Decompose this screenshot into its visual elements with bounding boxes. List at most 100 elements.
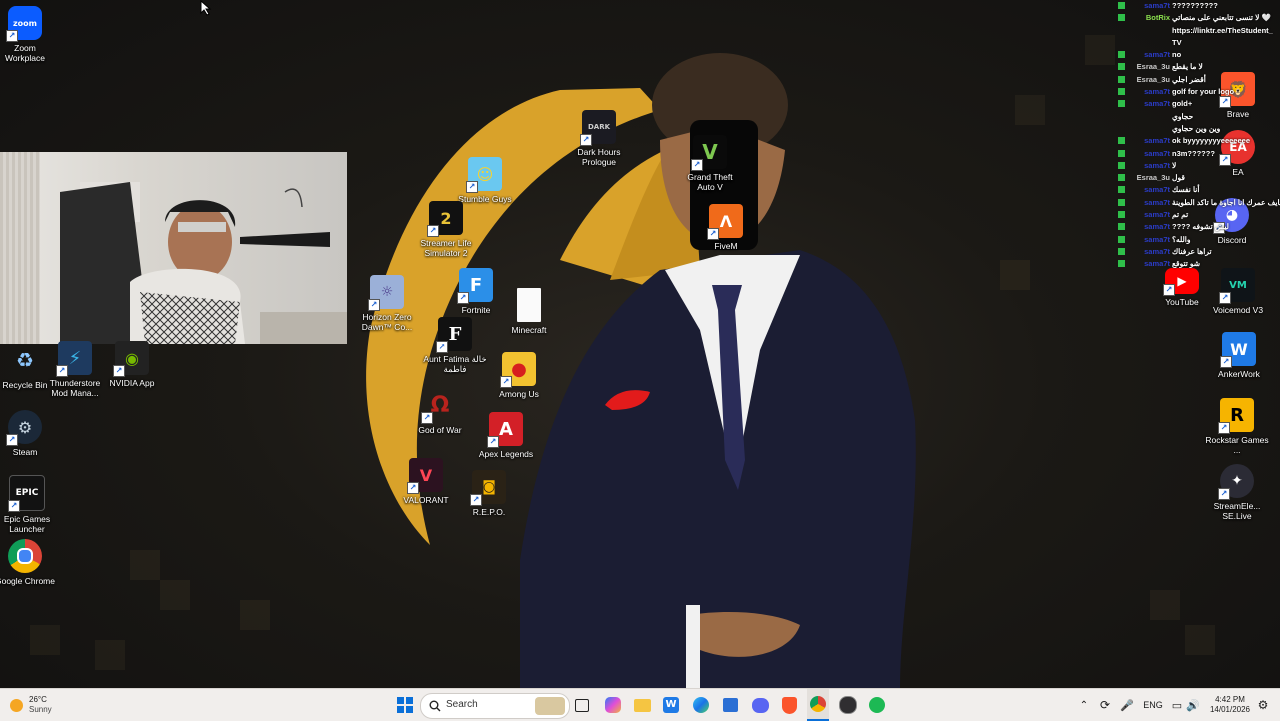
desktop-icon-rockstar[interactable]: R ↗ Rockstar Games ... [1205,398,1269,455]
chat-text: تراها عرفناك [1172,246,1212,256]
desktop-icon-aunt-fatima[interactable]: F ↗ Aunt Fatima خالة فاطمة [423,317,487,374]
clock-widget[interactable]: 4:42 PM 14/01/2026 [1206,689,1254,721]
valorant-icon: V ↗ [407,458,443,494]
taskbar-ankerwork[interactable]: W [661,689,681,721]
chat-badge-icon [1118,100,1125,108]
chat-badge-icon [1118,223,1125,231]
streamelements-icon: ✦ ↗ [1218,464,1254,500]
chat-text: ???? ليش تشوفه [1172,222,1229,232]
desktop-icon-steam[interactable]: ⚙ ↗ Steam [0,410,57,457]
desktop-icon-zoom[interactable]: zoom ↗ Zoom Workplace [0,6,57,63]
weather-temp: 26°C [29,695,47,704]
desktop-icon-label: Horizon Zero Dawn™ Co... [361,312,413,332]
chat-message: BotRix لا تنسى تتابعني على منصاتي 🤍 [1114,12,1280,24]
brave-icon [781,696,797,714]
desktop-icon-epic[interactable]: EPIC ↗ Epic Games Launcher [0,475,59,534]
chat-message: sama7t أنا نفسك [1114,184,1280,196]
chat-badge-icon [1118,63,1125,71]
chat-username: BotRix [1145,13,1170,23]
monitor-icon[interactable]: ▭ [1170,689,1184,721]
chat-badge-icon [1118,198,1125,206]
chat-text: لا تنسى تتابعني على منصاتي 🤍 [1172,13,1271,23]
taskbar-brave[interactable] [779,689,799,721]
desktop-icon-voicemod[interactable]: VM ↗ Voicemod V3 [1206,268,1270,315]
chat-message: sama7t gold+ [1114,98,1280,110]
stumble-guys-icon: ☺ ↗ [466,157,502,193]
taskbar-file-explorer[interactable] [632,689,652,721]
taskbar-discord[interactable] [750,689,770,721]
weather-desc: Sunny [29,705,52,714]
desktop-icon-dark-hours[interactable]: DARK ↗ Dark Hours Prologue [567,110,631,167]
taskbar-chrome[interactable] [807,689,829,721]
desktop-icon-repo[interactable]: ◙ ↗ R.E.P.O. [457,470,521,517]
desktop-icon-thunderstore[interactable]: ⚡ ↗ Thunderstore Mod Mana... [43,341,107,398]
chat-username: sama7t [1144,1,1170,10]
desktop-icon-ankerwork[interactable]: W ↗ AnkerWork [1207,332,1271,379]
microphone-icon[interactable]: 🎤 [1120,689,1134,721]
obs-icon [839,696,857,714]
taskbar-spotify[interactable] [867,689,887,721]
aunt-fatima-icon: F ↗ [436,317,472,353]
desktop-icon-streamelements[interactable]: ✦ ↗ StreamEle... SE.Live [1205,464,1269,521]
chat-text: golf for your logo [1172,87,1235,97]
notification-bell-icon[interactable]: ⚙ [1256,689,1270,721]
chat-username: sama7t [1144,136,1170,146]
taskbar-edge[interactable] [691,689,711,721]
god-of-war-icon: Ω ↗ [421,388,457,424]
desktop-icon-nvidia[interactable]: ◉ ↗ NVIDIA App [100,341,164,388]
weather-widget[interactable]: 26°C Sunny [10,689,70,721]
taskbar-task-view[interactable] [573,689,591,721]
desktop-icon-label: StreamEle... SE.Live [1213,501,1261,521]
chat-text: no [1172,50,1182,60]
chat-badge-icon [1118,235,1125,243]
desktop-icon-label: Epic Games Launcher [3,514,51,534]
desktop-icon-chrome[interactable]: Google Chrome [0,539,57,586]
desktop-icon-minecraft[interactable]: Minecraft [497,288,561,335]
desktop-icon-stumble-guys[interactable]: ☺ ↗ Stumble Guys [453,157,517,204]
chat-text: أقضر اجلي [1172,74,1206,84]
search-highlight-image [535,697,565,715]
desktop-icon-label: Rockstar Games ... [1205,435,1269,455]
desktop-wallpaper [0,0,1280,688]
desktop-icon-streamer-life[interactable]: 2 ↗ Streamer Life Simulator 2 [414,201,478,258]
chat-text: لا [1172,160,1177,170]
edge-icon [693,697,709,713]
desktop-icon-among-us[interactable]: ● ↗ Among Us [487,352,551,399]
chat-text: قول [1172,173,1185,183]
youtube-icon: ▶ ↗ [1163,268,1199,296]
desktop-icon-apex[interactable]: A ↗ Apex Legends [474,412,538,459]
chat-message: TV [1114,37,1280,49]
chat-message: sama7t والله؟ [1114,234,1280,246]
taskbar-copilot[interactable] [603,689,623,721]
desktop-icon-horizon[interactable]: ☼ ↗ Horizon Zero Dawn™ Co... [355,275,419,332]
windows-start-button[interactable] [393,689,417,721]
taskbar-search-box[interactable]: Search [420,693,570,719]
desktop-icon-label: Google Chrome [0,576,55,586]
taskbar-obs[interactable] [838,689,858,721]
chat-badge-icon [1118,51,1125,59]
desktop-icon-god-of-war[interactable]: Ω ↗ God of War [408,388,472,436]
chat-username: sama7t [1144,148,1170,158]
desktop-icon-gta-v[interactable]: V ↗ Grand Theft Auto V [678,135,742,192]
volume-icon[interactable]: 🔊 [1186,689,1200,721]
chat-username: sama7t [1144,197,1170,207]
chat-text: TV [1172,37,1182,47]
ankerwork-icon: W ↗ [1220,332,1256,368]
chat-username: sama7t [1144,234,1170,244]
task-view-icon [575,698,589,712]
desktop-icon-label: NVIDIA App [109,378,155,388]
tray-sync-icon[interactable]: ⟳ [1097,689,1113,721]
language-indicator[interactable]: ENG [1140,689,1166,721]
zoom-icon: zoom ↗ [6,6,42,42]
file-icon [517,288,541,322]
show-hidden-icons-chevron-up-icon[interactable]: ⌃ [1078,689,1090,721]
chat-message: وين وين حجاوي [1114,123,1280,135]
desktop-icon-valorant[interactable]: V ↗ VALORANT [394,458,458,505]
chat-message: sama7t شايف عمرك انا اجاوة ما تاكد الطوين… [1114,197,1280,209]
taskbar-store[interactable] [720,689,740,721]
desktop-icon-fivem[interactable]: Λ ↗ FiveM [694,204,758,251]
chat-text: والله؟ [1172,234,1191,244]
desktop-icon-youtube[interactable]: ▶ ↗ YouTube [1150,268,1214,307]
chat-text: https://linktr.ee/TheStudent_ [1172,25,1273,35]
chat-badge-icon [1118,247,1125,255]
